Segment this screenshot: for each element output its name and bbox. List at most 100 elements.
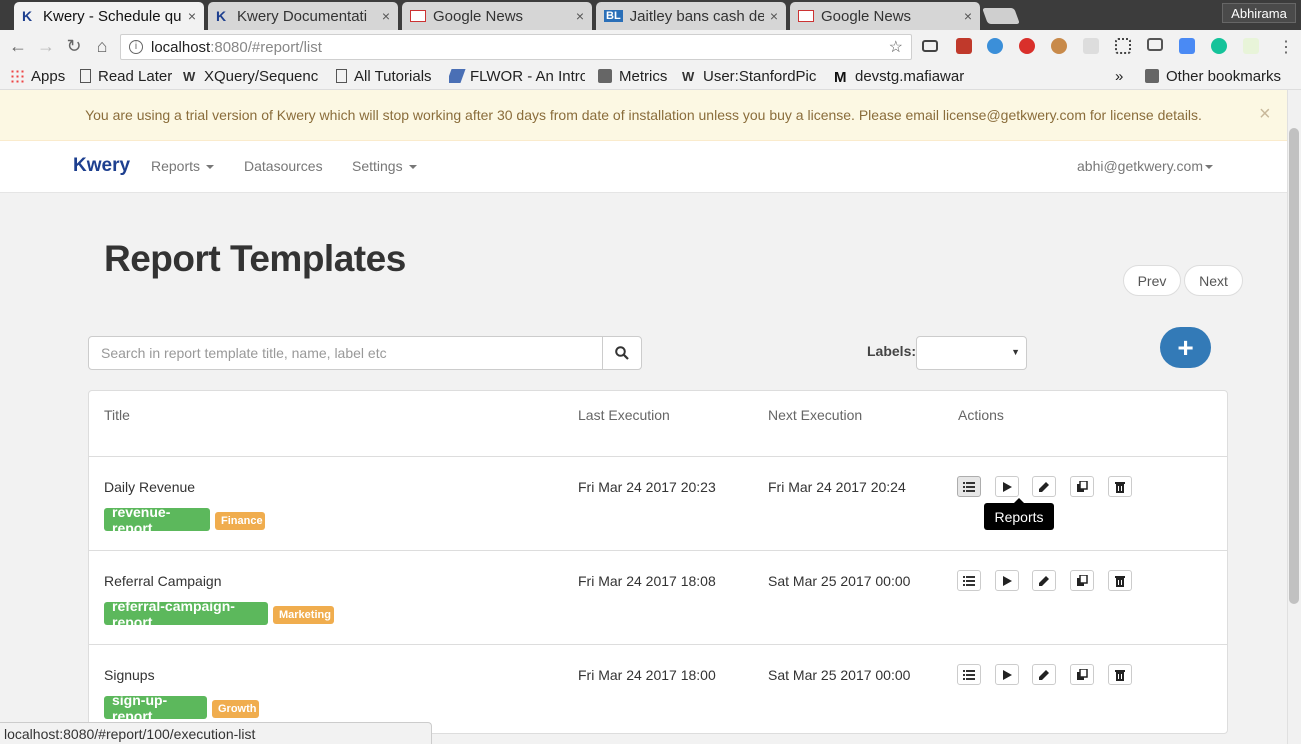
nav-datasources[interactable]: Datasources — [244, 158, 323, 174]
trial-alert-text: You are using a trial version of Kwery w… — [85, 107, 1202, 123]
extension-icon[interactable] — [1019, 38, 1035, 54]
copy-icon — [1076, 668, 1088, 681]
close-icon[interactable]: × — [188, 8, 196, 24]
bookmark-label: Apps — [31, 67, 66, 85]
execute-button[interactable] — [995, 476, 1019, 497]
tab-title: Google News — [821, 7, 912, 25]
bookmark-apps[interactable]: Apps — [10, 66, 65, 86]
menu-icon[interactable]: ⋮ — [1278, 37, 1294, 57]
report-title[interactable]: Signups — [104, 667, 155, 683]
trash-icon — [1114, 481, 1126, 493]
other-bookmarks[interactable]: Other bookmarks — [1145, 66, 1281, 86]
tab-kwery-docs[interactable]: K Kwery Documentati × — [208, 2, 398, 30]
bookmark-flwor[interactable]: FLWOR - An Intro — [449, 66, 585, 86]
copy-button[interactable] — [1070, 476, 1094, 497]
execute-button[interactable] — [995, 570, 1019, 591]
report-title[interactable]: Referral Campaign — [104, 573, 222, 589]
edit-button[interactable] — [1032, 570, 1056, 591]
extension-icon[interactable] — [987, 38, 1003, 54]
search-input[interactable]: Search in report template title, name, l… — [88, 336, 603, 370]
labels-select[interactable]: ▼ — [916, 336, 1027, 370]
bookmarks-overflow[interactable]: » — [1115, 66, 1123, 86]
row-divider — [89, 550, 1227, 551]
close-icon[interactable]: × — [1259, 103, 1271, 126]
delete-button[interactable] — [1108, 476, 1132, 497]
reports-button[interactable] — [957, 476, 981, 497]
bookmark-label: devstg.mafiawar — [855, 67, 965, 85]
play-icon — [1001, 669, 1013, 681]
nav-reports[interactable]: Reports — [151, 158, 215, 174]
next-button[interactable]: Next — [1184, 265, 1243, 296]
close-icon[interactable]: × — [770, 8, 778, 24]
tab-google-news-2[interactable]: Google News × — [790, 2, 980, 30]
tab-jaitley[interactable]: BL Jaitley bans cash de × — [596, 2, 786, 30]
cookie-icon[interactable] — [1051, 38, 1067, 54]
close-icon[interactable]: × — [576, 8, 584, 24]
profile-button[interactable]: Abhirama — [1222, 3, 1296, 23]
bookmark-star-icon[interactable]: ☆ — [889, 37, 903, 57]
wiki-icon: W — [183, 69, 196, 84]
reports-button[interactable] — [957, 570, 981, 591]
next-execution: Fri Mar 24 2017 20:24 — [768, 479, 906, 495]
column-header-actions: Actions — [958, 407, 1004, 423]
brand-logo[interactable]: Kwery — [73, 155, 130, 177]
scrollbar-thumb[interactable] — [1289, 128, 1299, 604]
delete-button[interactable] — [1108, 664, 1132, 685]
user-menu[interactable]: abhi@getkwery.com — [1077, 158, 1213, 174]
copy-button[interactable] — [1070, 570, 1094, 591]
execute-button[interactable] — [995, 664, 1019, 685]
forward-icon[interactable]: → — [36, 36, 56, 57]
copy-button[interactable] — [1070, 664, 1094, 685]
back-icon[interactable]: ← — [8, 36, 28, 57]
close-icon[interactable]: × — [382, 8, 390, 24]
report-name-tag[interactable]: sign-up-report — [104, 692, 207, 724]
report-name-tag[interactable]: revenue-report — [104, 504, 210, 536]
bookmark-read-later[interactable]: Read Later — [80, 66, 172, 86]
edit-button[interactable] — [1032, 476, 1056, 497]
delete-button[interactable] — [1108, 570, 1132, 591]
report-label-tag[interactable]: Growth — [212, 700, 259, 718]
extension-icon[interactable] — [1243, 38, 1259, 54]
grammarly-icon[interactable] — [1211, 38, 1227, 54]
close-icon[interactable]: × — [964, 8, 972, 24]
edit-button[interactable] — [1032, 664, 1056, 685]
report-label-tag[interactable]: Marketing — [273, 606, 334, 624]
tab-google-news-1[interactable]: Google News × — [402, 2, 592, 30]
labels-label: Labels: — [867, 343, 917, 359]
report-label-tag[interactable]: Finance — [215, 512, 265, 530]
info-icon[interactable]: i — [129, 40, 143, 54]
reload-icon[interactable]: ↻ — [64, 36, 84, 57]
tab-kwery-schedule[interactable]: K Kwery - Schedule qu × — [14, 2, 204, 30]
tooltip: Reports — [984, 498, 1054, 530]
nav-settings[interactable]: Settings — [352, 158, 417, 174]
bookmark-xquery[interactable]: W XQuery/Sequenc — [183, 66, 323, 86]
column-header-title: Title — [104, 407, 130, 423]
report-title[interactable]: Daily Revenue — [104, 479, 195, 495]
cast-icon[interactable] — [1147, 38, 1163, 51]
caret-down-icon — [1205, 165, 1213, 170]
bookmark-all-tutorials[interactable]: All Tutorials — [336, 66, 432, 86]
caret-down-icon — [206, 165, 215, 170]
reports-button[interactable] — [957, 664, 981, 685]
search-icon — [615, 346, 629, 360]
list-icon — [963, 575, 975, 587]
bookmark-metrics[interactable]: Metrics — [598, 66, 667, 86]
add-report-button[interactable]: + — [1160, 327, 1211, 368]
extension-icon[interactable] — [1083, 38, 1099, 54]
report-name-tag[interactable]: referral-campaign-report — [104, 598, 268, 630]
tab-title: Jaitley bans cash de — [629, 7, 764, 25]
address-bar[interactable]: i localhost:8080/#report/list ☆ — [120, 34, 912, 60]
search-button[interactable] — [602, 336, 642, 370]
bookmark-devstg[interactable]: M devstg.mafiawar — [834, 66, 972, 87]
extension-icon[interactable] — [1179, 38, 1195, 54]
bookmark-stanford[interactable]: W User:StanfordPic — [682, 66, 822, 86]
m-icon: M — [834, 69, 847, 86]
new-tab-button[interactable] — [982, 8, 1020, 24]
qr-icon[interactable] — [1115, 38, 1131, 54]
prev-button[interactable]: Prev — [1123, 265, 1181, 296]
extension-icon[interactable] — [956, 38, 972, 54]
play-icon — [1001, 575, 1013, 587]
extension-icon[interactable] — [922, 40, 938, 52]
home-icon[interactable]: ⌂ — [92, 36, 112, 57]
page-icon — [336, 69, 347, 83]
